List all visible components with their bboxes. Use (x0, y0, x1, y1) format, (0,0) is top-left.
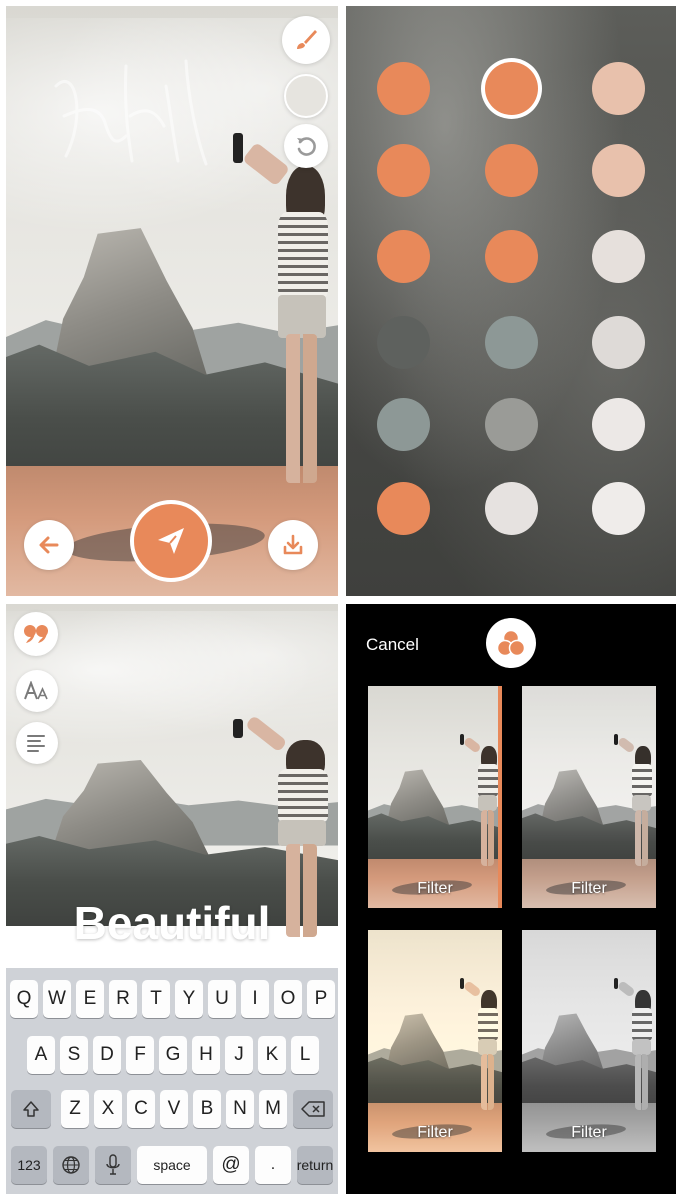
color-swatch[interactable] (485, 144, 538, 197)
key-r[interactable]: R (109, 980, 137, 1018)
shift-key[interactable] (11, 1090, 51, 1128)
text-screen: Beautiful QWERTYUIOP ASDFGHJKL ZXCVBNM 1… (6, 604, 338, 1194)
align-button[interactable] (16, 722, 58, 764)
filter-thumbnail-3[interactable]: Filter (368, 930, 502, 1152)
key-p[interactable]: P (307, 980, 335, 1018)
color-swatch[interactable] (377, 144, 430, 197)
color-swatch[interactable] (592, 230, 645, 283)
empty-circle-icon (287, 77, 325, 115)
keyboard: QWERTYUIOP ASDFGHJKL ZXCVBNM 123 space @… (6, 968, 338, 1194)
color-swatch[interactable] (377, 230, 430, 283)
filter-screen: Cancel Filter Filter Filter Filter (346, 604, 676, 1194)
microphone-icon (106, 1154, 120, 1175)
filter-label: Filter (417, 880, 453, 897)
filter-thumbnail-2[interactable]: Filter (522, 686, 656, 908)
key-c[interactable]: C (127, 1090, 155, 1128)
space-key[interactable]: space (137, 1146, 207, 1184)
color-swatch[interactable] (377, 398, 430, 451)
backspace-icon (301, 1101, 325, 1117)
brush-icon (297, 30, 317, 49)
arrow-left-icon (39, 536, 59, 554)
key-b[interactable]: B (193, 1090, 221, 1128)
microphone-key[interactable] (95, 1146, 131, 1184)
key-e[interactable]: E (76, 980, 104, 1018)
brush-button[interactable] (282, 16, 330, 64)
save-button[interactable] (268, 520, 318, 570)
globe-key[interactable] (53, 1146, 89, 1184)
key-m[interactable]: M (259, 1090, 287, 1128)
key-d[interactable]: D (93, 1036, 121, 1074)
key-u[interactable]: U (208, 980, 236, 1018)
numbers-key[interactable]: 123 (11, 1146, 47, 1184)
key-k[interactable]: K (258, 1036, 286, 1074)
key-h[interactable]: H (192, 1036, 220, 1074)
color-swatch[interactable] (377, 316, 430, 369)
quote-button[interactable] (14, 612, 58, 656)
filter-edge-accent (498, 686, 502, 908)
color-swatch[interactable] (485, 316, 538, 369)
filter-label: Filter (417, 1124, 453, 1141)
key-l[interactable]: L (291, 1036, 319, 1074)
cancel-button[interactable]: Cancel (366, 635, 419, 655)
filter-thumbnail-4[interactable]: Filter (522, 930, 656, 1152)
key-j[interactable]: J (225, 1036, 253, 1074)
key-x[interactable]: X (94, 1090, 122, 1128)
return-key[interactable]: return (297, 1146, 333, 1184)
shift-icon (23, 1101, 39, 1117)
quote-icon (24, 625, 48, 643)
undo-button[interactable] (284, 124, 328, 168)
key-i[interactable]: I (241, 980, 269, 1018)
download-icon (283, 534, 303, 555)
color-swatch[interactable] (592, 482, 645, 535)
font-size-button[interactable] (16, 670, 58, 712)
key-f[interactable]: F (126, 1036, 154, 1074)
color-swatch[interactable] (592, 316, 645, 369)
at-key[interactable]: @ (213, 1146, 249, 1184)
back-button[interactable] (24, 520, 74, 570)
filter-label: Filter (571, 880, 607, 897)
key-s[interactable]: S (60, 1036, 88, 1074)
color-button[interactable] (284, 74, 328, 118)
key-n[interactable]: N (226, 1090, 254, 1128)
key-a[interactable]: A (27, 1036, 55, 1074)
key-z[interactable]: Z (61, 1090, 89, 1128)
key-o[interactable]: O (274, 980, 302, 1018)
key-t[interactable]: T (142, 980, 170, 1018)
filter-thumbnail-1[interactable]: Filter (368, 686, 502, 908)
color-picker-screen (346, 6, 676, 596)
dot-key[interactable]: . (255, 1146, 291, 1184)
delete-key[interactable] (293, 1090, 333, 1128)
filter-label: Filter (571, 1124, 607, 1141)
color-swatch[interactable] (485, 398, 538, 451)
key-q[interactable]: Q (10, 980, 38, 1018)
color-swatch[interactable] (592, 144, 645, 197)
draw-screen (6, 6, 338, 596)
person-figure (232, 132, 338, 489)
font-size-icon (24, 681, 48, 700)
key-y[interactable]: Y (175, 980, 203, 1018)
globe-icon (62, 1156, 80, 1174)
color-swatch-selected[interactable] (485, 62, 538, 115)
color-swatch[interactable] (485, 482, 538, 535)
filters-button[interactable] (486, 618, 536, 668)
color-swatch[interactable] (377, 482, 430, 535)
key-g[interactable]: G (159, 1036, 187, 1074)
send-button[interactable] (130, 500, 212, 582)
undo-icon (297, 137, 316, 156)
color-swatch[interactable] (592, 62, 645, 115)
key-v[interactable]: V (160, 1090, 188, 1128)
send-icon (158, 528, 184, 554)
filters-icon (496, 629, 526, 657)
color-swatch[interactable] (485, 230, 538, 283)
caption-text[interactable]: Beautiful (6, 896, 338, 950)
color-swatch[interactable] (592, 398, 645, 451)
color-swatch[interactable] (377, 62, 430, 115)
key-w[interactable]: W (43, 980, 71, 1018)
align-left-icon (27, 735, 45, 752)
hand-drawn-scribble (54, 59, 208, 166)
